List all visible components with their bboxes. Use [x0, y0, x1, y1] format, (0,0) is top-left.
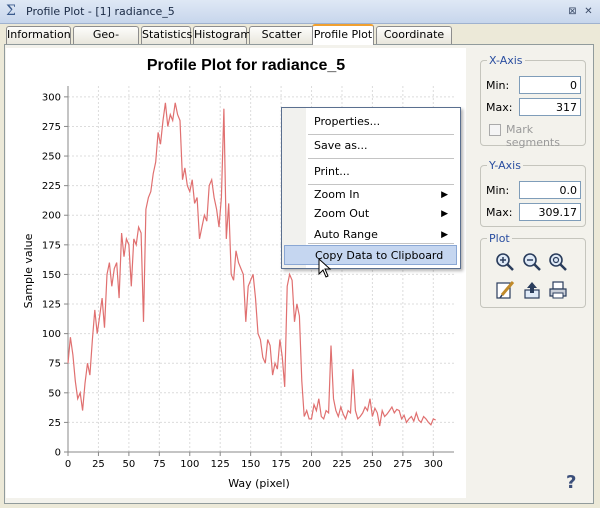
y-min-label: Min:	[486, 184, 510, 197]
menu-separator	[308, 243, 454, 244]
zoom-in-icon[interactable]	[494, 251, 516, 273]
menu-label: Properties...	[314, 115, 381, 128]
help-icon[interactable]: ?	[566, 472, 576, 493]
restore-icon[interactable]: ⊠	[566, 5, 579, 18]
x-tick-label: 75	[153, 459, 166, 470]
y-tick-label: 250	[42, 152, 61, 163]
y-tick-label: 175	[42, 240, 61, 251]
y-tick-label: 300	[42, 92, 61, 103]
x-tick-label: 150	[241, 459, 260, 470]
tab-histogram[interactable]: Histogram	[193, 26, 251, 44]
x-tick-label: 300	[424, 459, 443, 470]
y-max-input[interactable]	[519, 203, 581, 221]
x-min-input[interactable]	[519, 76, 581, 94]
tab-statistics[interactable]: Statistics	[141, 26, 192, 44]
x-tick-label: 50	[123, 459, 136, 470]
x-tick-label: 275	[393, 459, 412, 470]
x-tick-label: 125	[211, 459, 230, 470]
menu-label: Zoom In	[314, 188, 360, 201]
plot-tools-group: Plot	[480, 232, 586, 308]
y-tick-label: 150	[42, 270, 61, 281]
y-axis-group: Y-Axis Min: Max:	[480, 159, 586, 227]
x-tick-label: 200	[302, 459, 321, 470]
edit-icon[interactable]	[494, 279, 516, 301]
mark-segments-row: Mark segments	[481, 107, 585, 149]
x-tick-label: 225	[332, 459, 351, 470]
menu-item-copy-data[interactable]: Copy Data to Clipboard	[284, 245, 457, 265]
zoom-all-icon[interactable]	[547, 251, 569, 273]
y-tick-label: 100	[42, 329, 61, 340]
tab-information[interactable]: Information	[6, 26, 71, 44]
menu-label: Save as...	[314, 139, 368, 152]
menu-separator	[308, 158, 454, 159]
mark-segments-checkbox[interactable]	[489, 124, 501, 136]
x-tick-label: 250	[363, 459, 382, 470]
menu-item-print[interactable]: Print...	[282, 162, 458, 182]
plot-group-title: Plot	[487, 232, 512, 245]
tab-geo-coding[interactable]: Geo-Coding	[73, 26, 139, 57]
x-min-label: Min:	[486, 79, 510, 92]
context-menu: Properties... Save as... Print... Zoom I…	[281, 107, 461, 269]
chart-y-label: Sample value	[22, 233, 35, 308]
export-icon[interactable]	[521, 279, 543, 301]
y-tick-label: 25	[48, 418, 61, 429]
window-titlebar: Σ Profile Plot - [1] radiance_5 ⊠ ✕	[0, 0, 600, 24]
menu-label: Copy Data to Clipboard	[315, 249, 444, 262]
x-axis-group: X-Axis Min: Max: Mark segments	[480, 54, 586, 149]
y-axis-title: Y-Axis	[487, 159, 523, 172]
menu-label: Print...	[314, 165, 350, 178]
zoom-out-icon[interactable]	[521, 251, 543, 273]
y-min-input[interactable]	[519, 181, 581, 199]
chart-x-label: Way (pixel)	[228, 477, 290, 490]
x-tick-label: 0	[65, 459, 71, 470]
submenu-arrow-icon: ▶	[441, 209, 448, 219]
y-tick-label: 0	[55, 448, 61, 459]
window-title: Profile Plot - [1] radiance_5	[26, 5, 175, 18]
y-max-label: Max:	[486, 206, 513, 219]
submenu-arrow-icon: ▶	[441, 190, 448, 200]
y-tick-label: 75	[48, 359, 61, 370]
y-tick-label: 200	[42, 211, 61, 222]
y-tick-label: 50	[48, 388, 61, 399]
x-tick-label: 100	[180, 459, 199, 470]
x-tick-label: 175	[272, 459, 291, 470]
tab-scatter-plot[interactable]: Scatter Plot	[249, 26, 314, 57]
tab-bar: Information Geo-Coding Statistics Histog…	[4, 24, 596, 57]
print-icon[interactable]	[547, 279, 569, 301]
x-tick-label: 25	[92, 459, 105, 470]
chart-title: Profile Plot for radiance_5	[147, 57, 345, 74]
tab-profile-plot[interactable]: Profile Plot	[312, 24, 374, 45]
menu-item-save-as[interactable]: Save as...	[282, 136, 458, 156]
mouse-cursor-icon	[318, 258, 332, 278]
menu-separator	[308, 134, 454, 135]
app-sigma-icon: Σ	[6, 3, 16, 19]
y-tick-label: 125	[42, 300, 61, 311]
tab-coordinate-list[interactable]: Coordinate List	[376, 26, 452, 57]
y-tick-label: 225	[42, 181, 61, 192]
menu-item-auto-range[interactable]: Auto Range ▶	[282, 225, 458, 245]
menu-item-zoom-out[interactable]: Zoom Out ▶	[282, 204, 458, 224]
x-axis-title: X-Axis	[487, 54, 525, 67]
menu-item-properties[interactable]: Properties...	[282, 112, 458, 132]
menu-item-zoom-in[interactable]: Zoom In ▶	[282, 185, 458, 205]
menu-label: Zoom Out	[314, 207, 370, 220]
y-tick-label: 275	[42, 122, 61, 133]
submenu-arrow-icon: ▶	[441, 230, 448, 240]
menu-label: Auto Range	[314, 228, 378, 241]
close-icon[interactable]: ✕	[582, 5, 595, 18]
mark-segments-label: Mark segments	[506, 123, 560, 149]
